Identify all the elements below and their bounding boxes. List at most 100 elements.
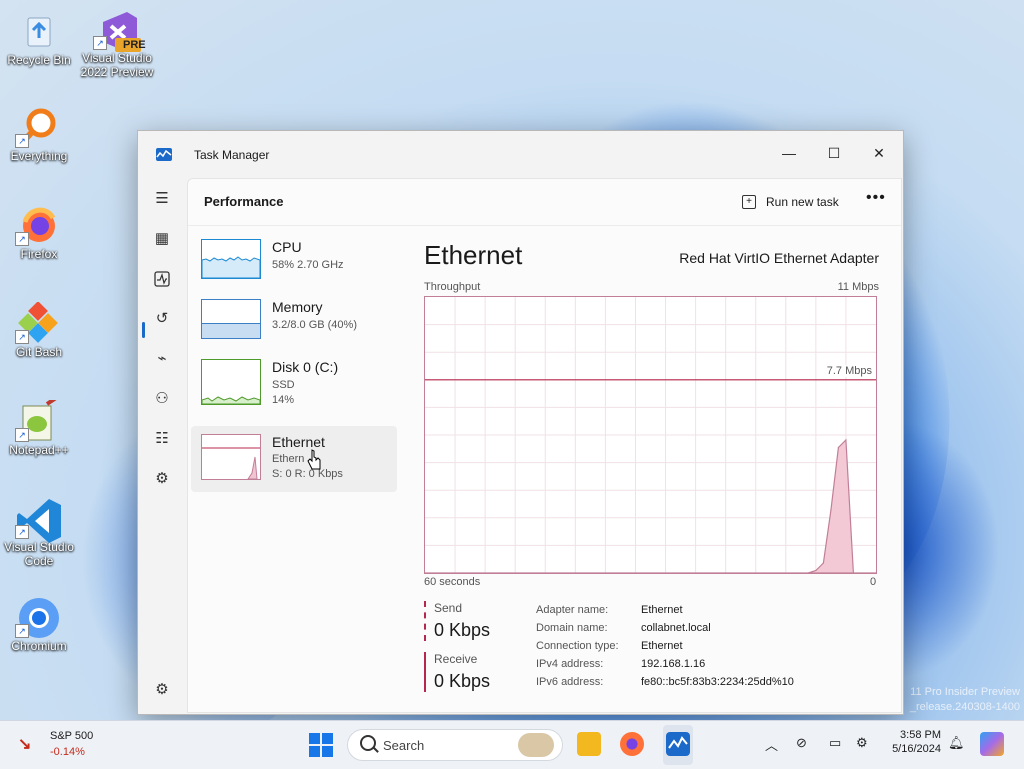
series-point xyxy=(845,439,847,441)
copilot-icon[interactable] xyxy=(980,732,1004,756)
property-row: IPv4 address: 192.168.1.16 xyxy=(536,658,836,676)
accessibility-icon[interactable]: ⚙ xyxy=(856,735,868,751)
property-row: Connection type: Ethernet xyxy=(536,640,836,658)
property-key: Connection type: xyxy=(536,640,619,652)
performance-icon[interactable] xyxy=(148,265,176,293)
recycle-bin-icon xyxy=(19,10,59,50)
x-axis-zero-label: 0 xyxy=(870,576,877,588)
processes-icon[interactable]: ▦ xyxy=(148,225,176,253)
desktop-icon-visual-studio-2022-preview[interactable]: PRE ↗ Visual Studio 2022 Preview xyxy=(79,8,155,79)
windows-watermark: 11 Pro Insider Preview xyxy=(910,686,1020,698)
users-icon[interactable]: ⚇ xyxy=(148,385,176,413)
max-scale-label: 11 Mbps xyxy=(837,281,879,293)
clock-date: 5/16/2024 xyxy=(892,743,941,755)
throughput-chart: 7.7 Mbps xyxy=(424,296,877,574)
device-name: Memory xyxy=(272,299,323,315)
firefox-icon: ↗ xyxy=(15,204,59,246)
desktop-icon-label: Notepad++ xyxy=(9,443,69,457)
startup-apps-icon[interactable]: ⌁ xyxy=(148,345,176,373)
desktop-icon-firefox[interactable]: ↗ Firefox xyxy=(1,204,77,261)
settings-gear-icon[interactable]: ⚙ xyxy=(148,676,176,704)
page-title: Performance xyxy=(204,194,284,209)
device-subtitle: 3.2/8.0 GB (40%) xyxy=(272,319,357,331)
series-point xyxy=(815,569,817,572)
adapter-name: Red Hat VirtIO Ethernet Adapter xyxy=(679,250,879,266)
desktop-icon-label: Firefox xyxy=(20,247,58,261)
window-title: Task Manager xyxy=(194,148,270,162)
notepad-plus-plus-icon: ↗ xyxy=(15,394,61,442)
device-item-ethernet[interactable]: Ethernet Ethern S: 0 R: 0 Kbps xyxy=(191,426,397,492)
clock[interactable]: 3:58 PM 5/16/2024 xyxy=(887,729,941,755)
desktop-icon-notepad-plus-plus[interactable]: ↗ Notepad++ xyxy=(1,394,77,457)
shortcut-arrow-icon: ↗ xyxy=(15,134,29,148)
search-placeholder: Search xyxy=(383,738,425,753)
mouse-cursor-icon xyxy=(307,449,321,470)
services-icon[interactable]: ⚙ xyxy=(148,465,176,493)
minimize-button[interactable]: — xyxy=(769,138,809,168)
run-new-task-button[interactable]: + Run new task xyxy=(742,190,839,214)
hamburger-menu-icon[interactable]: ☰ xyxy=(148,185,176,213)
vscode-icon: ↗ xyxy=(15,497,61,543)
property-value: Ethernet xyxy=(641,640,683,652)
property-key: IPv4 address: xyxy=(536,658,604,670)
more-options-button[interactable]: ••• xyxy=(866,189,886,207)
shortcut-arrow-icon: ↗ xyxy=(15,330,29,344)
git-bash-icon: ↗ xyxy=(15,301,59,344)
firefox-taskbar-icon[interactable] xyxy=(620,732,644,756)
shortcut-arrow-icon: ↗ xyxy=(15,525,29,539)
app-history-icon[interactable]: ↺ xyxy=(148,305,176,333)
throughput-label: Throughput xyxy=(424,281,481,293)
shortcut-arrow-icon: ↗ xyxy=(15,428,29,442)
desktop-icon-everything[interactable]: ↗ Everything xyxy=(1,106,77,163)
property-key: Domain name: xyxy=(536,622,608,634)
device-item-cpu[interactable]: CPU 58% 2.70 GHz xyxy=(188,239,400,299)
detail-pane: Ethernet Red Hat VirtIO Ethernet Adapter… xyxy=(424,226,901,712)
device-item-memory[interactable]: Memory 3.2/8.0 GB (40%) xyxy=(188,299,400,359)
widget-change: -0.14% xyxy=(50,746,85,758)
ethernet-thumbnail-graph xyxy=(201,434,261,480)
details-icon[interactable]: ☷ xyxy=(148,425,176,453)
device-name: Ethernet xyxy=(272,434,325,450)
network-off-icon[interactable]: ⊘ xyxy=(796,735,807,751)
detail-title: Ethernet xyxy=(424,240,523,270)
visual-studio-icon: PRE ↗ xyxy=(93,8,146,52)
pre-badge: PRE xyxy=(123,39,146,51)
shortcut-arrow-icon: ↗ xyxy=(15,232,29,246)
desktop-icon-label: Chromium xyxy=(11,639,67,653)
desktop-icon-chromium[interactable]: ↗ Chromium xyxy=(1,596,77,653)
maximize-button[interactable]: ☐ xyxy=(814,138,854,168)
chevron-up-icon[interactable]: ︿ xyxy=(765,735,778,754)
property-row: Domain name: collabnet.local xyxy=(536,622,836,640)
notification-bell-icon[interactable]: 🔔︎ xyxy=(948,735,965,751)
desktop-icon-git-bash[interactable]: ↗ Git Bash xyxy=(1,301,77,359)
desktop-icon-visual-studio-code[interactable]: ↗ Visual Studio Code xyxy=(1,497,77,568)
task-manager-taskbar-icon[interactable] xyxy=(666,732,690,756)
desktop-icon-recycle-bin[interactable]: Recycle Bin xyxy=(1,10,77,67)
device-item-disk[interactable]: Disk 0 (C:) SSD 14% xyxy=(188,359,400,419)
memory-fill xyxy=(202,323,260,338)
search-highlight-icon xyxy=(518,733,554,757)
property-key: Adapter name: xyxy=(536,604,609,616)
file-explorer-icon[interactable] xyxy=(577,732,601,756)
display-icon[interactable]: ▭ xyxy=(829,735,841,751)
title-bar[interactable]: Task Manager — ☐ ✕ xyxy=(138,131,903,181)
property-row: IPv6 address: fe80::bc5f:83b3:2234:25dd%1… xyxy=(536,676,836,694)
search-icon xyxy=(360,735,376,751)
property-value: fe80::bc5f:83b3:2234:25dd%10 xyxy=(641,676,794,688)
memory-thumbnail-graph xyxy=(201,299,261,339)
start-button[interactable] xyxy=(309,733,333,757)
device-subtitle: SSD xyxy=(272,379,295,391)
receive-value: 0 Kbps xyxy=(434,671,491,691)
performance-panel: Performance + Run new task ••• CPU 58% 2… xyxy=(187,178,902,713)
send-label: Send xyxy=(434,601,463,615)
disk-thumbnail-graph xyxy=(201,359,261,405)
chromium-icon: ↗ xyxy=(15,596,59,638)
desktop-icon-label: Recycle Bin xyxy=(7,53,71,67)
shortcut-arrow-icon: ↗ xyxy=(93,36,107,50)
close-button[interactable]: ✕ xyxy=(859,138,899,168)
search-box[interactable]: Search xyxy=(347,729,563,761)
device-name: Disk 0 (C:) xyxy=(272,359,339,375)
reference-line-label: 7.7 Mbps xyxy=(826,365,872,377)
receive-series-area xyxy=(425,438,876,574)
windows-logo-icon xyxy=(322,746,333,757)
